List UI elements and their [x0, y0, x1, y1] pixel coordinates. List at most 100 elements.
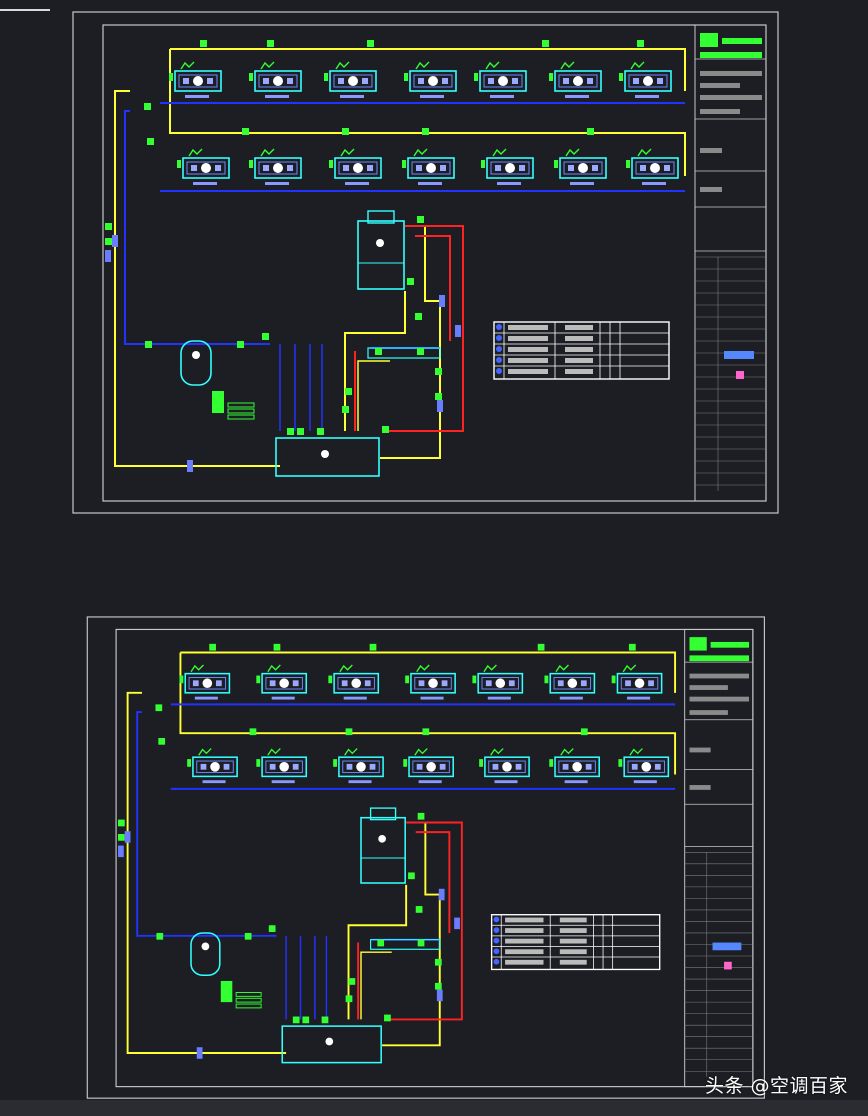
valve-icon: [434, 982, 442, 990]
fan-coil-unit: [472, 664, 524, 700]
valve-icon: [637, 40, 644, 47]
fan-coil-unit: [256, 748, 308, 784]
valve-icon: [417, 348, 424, 355]
cooling-tower-icon: [376, 239, 384, 247]
pump-group: [227, 408, 255, 414]
valve-icon: [268, 925, 276, 932]
title-marker: [736, 371, 744, 379]
title-bar: [700, 52, 762, 58]
valve-icon: [156, 932, 164, 940]
valve-icon: [435, 368, 442, 375]
fan-coil-unit: [187, 748, 238, 784]
valve-icon: [158, 737, 166, 745]
pipe-tag: [454, 917, 460, 930]
supply-branch: [357, 360, 390, 431]
expansion-tank: [180, 340, 212, 386]
pipe-tag: [105, 250, 111, 262]
valve-icon: [262, 333, 269, 340]
table-cell-text: [508, 358, 548, 363]
title-banner: [722, 38, 762, 44]
valve-icon: [273, 643, 281, 651]
valve-icon: [369, 643, 377, 651]
valve-icon: [382, 426, 389, 433]
valve-icon: [292, 1016, 300, 1024]
title-text-block: [700, 95, 762, 100]
valve-icon: [209, 643, 216, 651]
cooling-tower: [360, 816, 406, 884]
table-cell-text: [565, 325, 593, 330]
fan-coil-unit: [324, 61, 377, 98]
table-cell-text: [505, 938, 544, 944]
title-text-block: [689, 747, 711, 753]
fan-coil-unit: [329, 148, 382, 185]
return-main-riser: [136, 711, 277, 937]
valve-icon: [422, 728, 430, 736]
table-row-marker: [493, 937, 500, 944]
valve-icon: [118, 834, 125, 841]
valve-icon: [345, 995, 353, 1003]
valve-icon: [155, 704, 163, 712]
title-logo: [689, 637, 707, 651]
pump-valve: [220, 980, 233, 1003]
table-cell-text: [565, 336, 593, 341]
fan-coil-unit: [549, 61, 602, 98]
valve-icon: [287, 428, 294, 435]
table-cell-text: [559, 917, 587, 923]
title-bar: [689, 655, 750, 662]
valve-icon: [302, 1016, 310, 1024]
table-row-marker: [496, 346, 502, 352]
expansion-tank-icon: [192, 351, 200, 359]
fan-coil-unit: [177, 148, 230, 185]
table-row-marker: [496, 368, 502, 374]
table-cell-text: [505, 917, 544, 923]
table-cell-text: [508, 347, 548, 352]
table-cell-text: [565, 358, 593, 363]
table-row-marker: [493, 958, 500, 965]
pipe-tag: [438, 888, 445, 901]
drawing-sheet-upper[interactable]: [0, 11, 868, 517]
cooling-loop-inner: [415, 235, 451, 341]
valve-icon: [297, 428, 304, 435]
pump-group: [235, 997, 262, 1003]
title-stamp: [724, 351, 754, 359]
pipe-tag: [124, 831, 131, 843]
fan-coil-unit: [169, 61, 222, 98]
expansion-tank-icon: [201, 942, 210, 951]
expansion-tank: [190, 932, 221, 976]
bottom-status-bar: [0, 1100, 868, 1116]
table-cell-text: [508, 369, 548, 374]
valve-icon: [542, 40, 549, 47]
title-logo: [700, 33, 718, 47]
fan-coil-unit: [626, 148, 679, 185]
title-text-block: [700, 109, 740, 114]
pump-group: [235, 1003, 262, 1009]
hvac-schematic-upper: [72, 11, 779, 514]
supply-loop-right: [380, 226, 441, 459]
table-cell-text: [559, 938, 587, 944]
valve-icon: [417, 939, 425, 947]
valve-icon: [375, 348, 382, 355]
table-row-marker: [493, 927, 500, 933]
fan-coil-unit: [402, 148, 455, 185]
pipe-tag: [118, 845, 124, 858]
valve-icon: [342, 128, 349, 135]
valve-icon: [105, 238, 112, 245]
pipe-tag: [455, 325, 461, 337]
drawing-sheet-lower[interactable]: [0, 616, 868, 1102]
pump-group: [227, 414, 255, 420]
valve-icon: [384, 1014, 391, 1022]
fan-coil-unit: [611, 664, 663, 700]
table-cell-text: [559, 949, 587, 955]
table-row-marker: [496, 357, 502, 363]
chiller-icon: [325, 1037, 334, 1046]
table-cell-text: [508, 325, 548, 330]
fan-coil-unit: [256, 664, 308, 700]
valve-icon: [348, 978, 356, 985]
title-text-block: [700, 148, 722, 153]
pipe-tag: [437, 400, 443, 412]
title-text-block: [700, 71, 762, 76]
cooling-loop-inner: [415, 831, 451, 933]
title-stamp: [712, 942, 742, 951]
title-banner: [710, 641, 750, 648]
pump-group: [227, 402, 255, 408]
